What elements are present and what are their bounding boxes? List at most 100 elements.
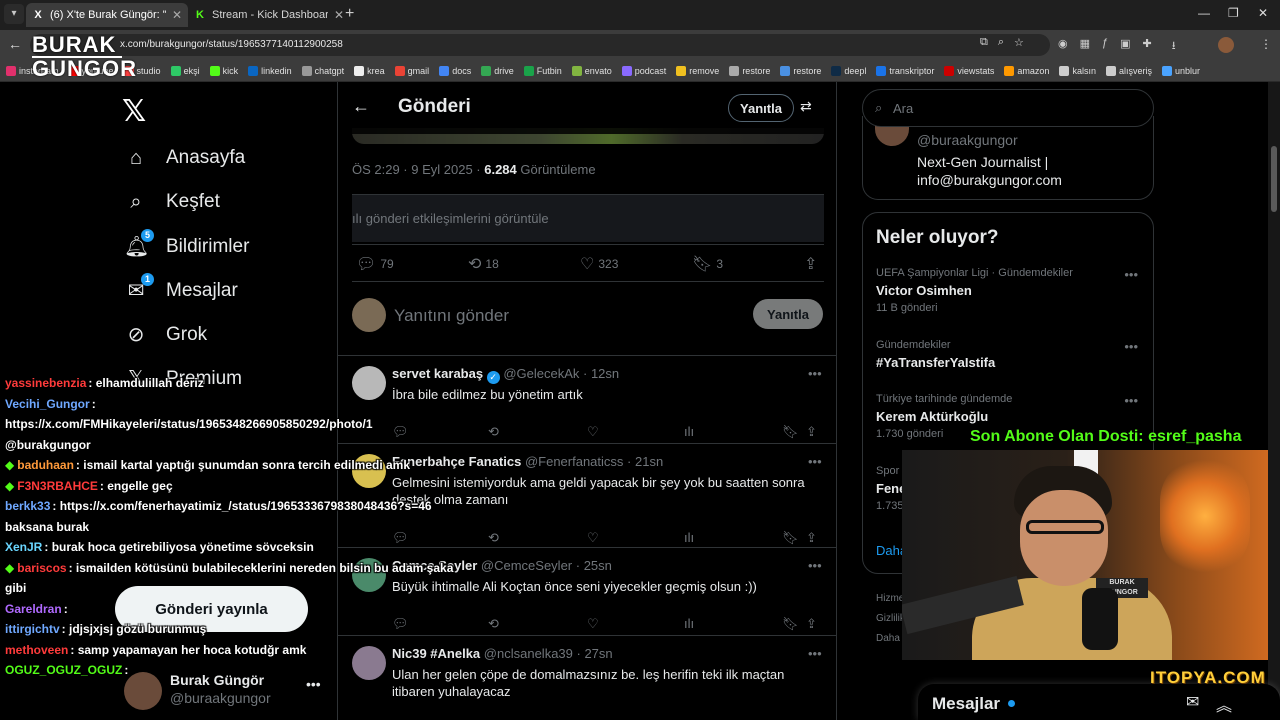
bookmark-item[interactable]: Futbin: [523, 65, 562, 76]
reply-header-button[interactable]: Yanıtla: [728, 94, 794, 122]
like-action[interactable]: ♡ 323: [580, 254, 618, 274]
reply-author[interactable]: Fenerbahçe Fanatics: [392, 454, 521, 469]
reply-icon[interactable]: 💬︎: [392, 424, 409, 440]
bookmark-star-icon[interactable]: ☆: [1014, 36, 1024, 49]
filter-icon[interactable]: ⇄: [800, 98, 812, 115]
heart-icon[interactable]: ♡: [587, 424, 599, 440]
reply-time[interactable]: 12sn: [591, 366, 619, 381]
browser-tab-x[interactable]: X (6) X'te Burak Güngör: "Madem ✕: [26, 3, 188, 27]
search-input[interactable]: ⌕ Ara: [862, 89, 1154, 127]
back-arrow-icon[interactable]: ←: [352, 96, 370, 117]
download-icon[interactable]: ⭳: [1172, 37, 1176, 56]
bookmark-item[interactable]: linkedin: [248, 65, 292, 76]
bookmark-item[interactable]: kalsın: [1059, 65, 1096, 76]
avatar[interactable]: [352, 366, 386, 400]
more-icon[interactable]: •••: [1124, 393, 1138, 408]
sidebar-item-messages[interactable]: ✉ 1 Mesajlar: [124, 273, 238, 303]
reply-time[interactable]: 21sn: [635, 454, 663, 469]
url-field[interactable]: x.com/burakgungor/status/196537714011290…: [30, 34, 1050, 56]
bookmark-icon[interactable]: 🔖︎: [782, 424, 799, 440]
bookmark-item[interactable]: chatgpt: [301, 65, 344, 76]
extension-icon[interactable]: ◉: [1058, 37, 1068, 56]
reply-author[interactable]: servet karabaş: [392, 366, 483, 381]
bookmark-item[interactable]: docs: [439, 65, 471, 76]
browser-back-button[interactable]: ←: [8, 36, 22, 52]
more-icon[interactable]: •••: [1124, 339, 1138, 354]
extension-icon[interactable]: ƒ: [1102, 37, 1108, 56]
new-tab-button[interactable]: +: [345, 5, 354, 23]
bookmark-action[interactable]: 🔖︎ 3: [692, 254, 723, 274]
post-insights-link[interactable]: ılı gönderi etkileşimlerini görüntüle: [352, 194, 824, 242]
zoom-icon[interactable]: ⌕: [998, 36, 1004, 49]
analytics-icon[interactable]: ılı: [684, 530, 694, 545]
more-icon[interactable]: •••: [808, 366, 822, 381]
bookmark-item[interactable]: gmail: [394, 65, 429, 76]
share-icon[interactable]: ⇪: [806, 616, 817, 632]
install-app-icon[interactable]: ⧉: [980, 36, 988, 49]
browser-profile-avatar[interactable]: [1218, 37, 1234, 53]
browser-menu-icon[interactable]: ⋮: [1260, 37, 1272, 51]
close-tab-icon[interactable]: ✕: [334, 8, 344, 22]
reply-input[interactable]: Yanıtını gönder: [394, 306, 509, 326]
heart-icon[interactable]: ♡: [587, 530, 599, 546]
messages-drawer[interactable]: Mesajlar ✉ ︽: [918, 684, 1280, 720]
bookmark-icon[interactable]: 🔖︎: [782, 530, 799, 546]
bookmark-item[interactable]: remove: [676, 65, 719, 76]
sidebar-item-home[interactable]: ⌂ Anasayfa: [124, 146, 245, 170]
repost-icon[interactable]: ⟲: [488, 616, 499, 632]
extension-icon[interactable]: ▣: [1120, 37, 1130, 56]
trend-item[interactable]: UEFA Şampiyonlar Ligi · Gündemdekiler Vic…: [876, 267, 1146, 314]
bookmark-item[interactable]: drive: [481, 65, 514, 76]
analytics-icon[interactable]: ılı: [684, 424, 694, 439]
bookmark-item[interactable]: amazon: [1004, 65, 1049, 76]
more-icon[interactable]: •••: [808, 558, 822, 573]
reply-icon[interactable]: 💬︎: [392, 530, 409, 546]
bookmark-item[interactable]: envato: [571, 65, 612, 76]
bookmark-item[interactable]: ekşi: [170, 65, 200, 76]
bookmark-item[interactable]: restore: [780, 65, 821, 76]
tab-search-button[interactable]: ▾: [4, 4, 24, 24]
reply-item[interactable]: Nic39 #Anelka @nclsanelka39 · 27sn ••• Ula…: [338, 636, 836, 720]
analytics-icon[interactable]: ılı: [684, 616, 694, 631]
reply-icon[interactable]: 💬︎: [392, 616, 409, 632]
profile-card[interactable]: @buraakgungor Next-Gen Journalist | info…: [862, 116, 1154, 200]
more-icon[interactable]: •••: [808, 646, 822, 661]
more-icon[interactable]: •••: [306, 676, 321, 692]
repost-icon[interactable]: ⟲: [488, 530, 499, 546]
repost-icon[interactable]: ⟲: [488, 424, 499, 440]
bookmark-item[interactable]: transkriptor: [876, 65, 934, 76]
heart-icon[interactable]: ♡: [587, 616, 599, 632]
extension-icon[interactable]: ▦: [1080, 37, 1090, 56]
avatar[interactable]: [352, 646, 386, 680]
close-tab-icon[interactable]: ✕: [172, 8, 182, 22]
bookmark-item[interactable]: alışveriş: [1105, 65, 1152, 76]
reply-author[interactable]: Nic39 #Anelka: [392, 646, 480, 661]
post-timestamp[interactable]: ÖS 2:29 · 9 Eyl 2025 ·: [352, 162, 484, 177]
sidebar-item-grok[interactable]: ⊘ Grok: [124, 323, 208, 347]
bookmark-item[interactable]: kick: [209, 65, 238, 76]
share-icon[interactable]: ⇪: [806, 424, 817, 440]
window-close-button[interactable]: ✕: [1258, 6, 1268, 20]
bookmark-item[interactable]: krea: [354, 65, 385, 76]
x-logo-icon[interactable]: 𝕏: [122, 94, 146, 129]
sidebar-item-explore[interactable]: ⌕ Keşfet: [124, 190, 219, 214]
account-switcher[interactable]: Burak Güngör @buraakgungor •••: [124, 670, 324, 710]
bookmark-item[interactable]: deepl: [831, 65, 866, 76]
puzzle-icon[interactable]: ✚: [1143, 37, 1152, 56]
more-icon[interactable]: •••: [1124, 267, 1138, 282]
bookmark-item[interactable]: viewstats: [944, 65, 994, 76]
trend-item[interactable]: Gündemdekiler #YaTransferYaIstifa •••: [876, 339, 1146, 370]
share-action[interactable]: ⇪: [804, 254, 817, 274]
reply-item[interactable]: servet karabaş ✓ @GelecekAk · 12sn ••• İbr…: [338, 356, 836, 444]
reply-submit-button[interactable]: Yanıtla: [753, 299, 823, 329]
browser-tab-kick[interactable]: K Stream - Kick Dashboard ✕: [188, 3, 350, 27]
bookmark-item[interactable]: restore: [729, 65, 770, 76]
reply-time[interactable]: 27sn: [584, 646, 612, 661]
minimize-button[interactable]: —: [1198, 6, 1210, 20]
share-icon[interactable]: ⇪: [806, 530, 817, 546]
reply-time[interactable]: 25sn: [584, 558, 612, 573]
bookmark-item[interactable]: podcast: [621, 65, 666, 76]
reply-action[interactable]: 💬︎ 79: [356, 254, 394, 274]
sidebar-item-notifications[interactable]: 🔔︎ 5 Bildirimler: [124, 229, 249, 259]
maximize-button[interactable]: ❐: [1228, 6, 1239, 20]
